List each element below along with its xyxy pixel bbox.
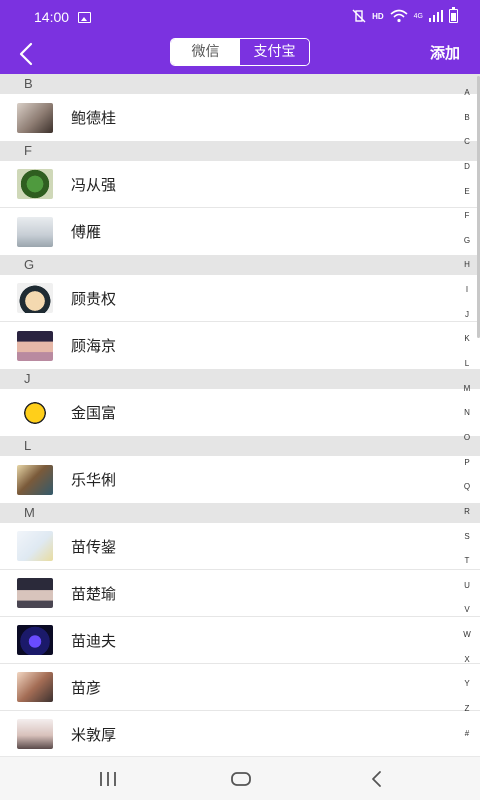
recents-icon[interactable] <box>97 769 119 789</box>
contact-row[interactable]: 顾海京 <box>0 322 480 369</box>
avatar <box>17 719 53 749</box>
signal-icon <box>429 10 443 22</box>
status-bar: 14:00 HD 4G <box>0 0 480 36</box>
avatar <box>17 531 53 561</box>
contact-row[interactable]: 傅雁 <box>0 208 480 255</box>
add-button[interactable]: 添加 <box>430 42 460 63</box>
contact-name: 苗传鋆 <box>71 537 117 556</box>
section-header-g: G <box>0 255 480 275</box>
avatar <box>17 330 53 361</box>
contact-row[interactable]: 苗彦 <box>0 664 480 711</box>
index-letter[interactable]: D <box>464 162 470 171</box>
index-letter[interactable]: T <box>465 556 470 565</box>
section-header-j: J <box>0 369 480 389</box>
index-letter[interactable]: H <box>464 260 470 269</box>
index-letter[interactable]: M <box>464 384 471 393</box>
tab-wechat[interactable]: 微信 <box>171 39 240 65</box>
contact-row[interactable]: 米敦厚 <box>0 711 480 756</box>
tab-alipay[interactable]: 支付宝 <box>240 39 309 65</box>
section-header-f: F <box>0 141 480 161</box>
app-bar: 微信 支付宝 添加 <box>0 36 480 74</box>
contact-row[interactable]: 金国富 <box>0 389 480 436</box>
contact-name: 苗彦 <box>71 678 102 697</box>
contact-row[interactable]: 苗传鋆 <box>0 523 480 570</box>
alphabet-index[interactable]: A B C D E F G H I J K L M N O P Q R S T … <box>460 88 474 738</box>
index-letter[interactable]: R <box>464 507 470 516</box>
index-letter[interactable]: W <box>463 630 471 639</box>
contact-row[interactable]: 乐华俐 <box>0 456 480 503</box>
avatar <box>17 216 53 247</box>
system-nav-bar <box>0 756 480 800</box>
wifi-icon <box>390 9 408 23</box>
index-letter[interactable]: P <box>464 458 469 467</box>
contact-name: 金国富 <box>71 404 117 422</box>
contact-name: 傅雁 <box>71 223 102 241</box>
contact-row[interactable]: 鲍德桂 <box>0 94 480 141</box>
section-header-m: M <box>0 503 480 523</box>
image-notification-icon <box>78 12 91 23</box>
contact-name: 鲍德桂 <box>71 109 117 127</box>
index-letter[interactable]: S <box>464 532 469 541</box>
index-letter[interactable]: O <box>464 433 470 442</box>
avatar <box>17 578 53 608</box>
network-type: 4G <box>413 12 423 20</box>
index-letter[interactable]: N <box>464 408 470 417</box>
contact-row[interactable]: 顾贵权 <box>0 275 480 322</box>
index-letter[interactable]: K <box>464 334 469 343</box>
avatar <box>17 464 53 495</box>
chevron-left-icon[interactable] <box>14 40 40 68</box>
index-letter[interactable]: G <box>464 236 470 245</box>
back-icon[interactable] <box>366 769 388 789</box>
index-letter[interactable]: F <box>465 211 470 220</box>
index-letter[interactable]: U <box>464 581 470 590</box>
hd-indicator: HD <box>372 11 384 21</box>
avatar <box>17 169 53 199</box>
index-letter[interactable]: # <box>465 729 469 738</box>
index-letter[interactable]: A <box>464 88 469 97</box>
contact-row[interactable]: 苗楚瑜 <box>0 570 480 617</box>
index-letter[interactable]: J <box>465 310 469 319</box>
avatar <box>17 397 53 428</box>
contact-name: 乐华俐 <box>71 471 117 489</box>
avatar <box>17 672 53 702</box>
index-letter[interactable]: Y <box>464 679 469 688</box>
status-time: 14:00 <box>34 9 70 25</box>
index-letter[interactable]: C <box>464 137 470 146</box>
contact-name: 顾贵权 <box>71 289 117 308</box>
contact-name: 苗迪夫 <box>71 631 117 650</box>
index-letter[interactable]: V <box>464 605 469 614</box>
battery-icon <box>449 7 458 23</box>
contact-row[interactable]: 苗迪夫 <box>0 617 480 664</box>
payment-source-toggle: 微信 支付宝 <box>170 38 310 66</box>
home-icon[interactable] <box>230 769 252 789</box>
section-header-b: B <box>0 74 480 94</box>
index-letter[interactable]: B <box>464 113 469 122</box>
avatar <box>17 102 53 133</box>
avatar <box>17 283 53 313</box>
index-letter[interactable]: I <box>466 285 468 294</box>
contact-name: 冯从强 <box>71 175 117 194</box>
contact-list[interactable]: B 鲍德桂 F 冯从强 傅雁 G 顾贵权 顾海京 J 金国富 L 乐华俐 M 苗… <box>0 74 480 756</box>
contact-name: 苗楚瑜 <box>71 584 117 603</box>
vibrate-mute-icon <box>352 9 366 23</box>
index-letter[interactable]: Z <box>465 704 470 713</box>
contact-name: 顾海京 <box>71 337 117 355</box>
index-letter[interactable]: L <box>465 359 469 368</box>
section-header-l: L <box>0 436 480 456</box>
index-letter[interactable]: Q <box>464 482 470 491</box>
index-letter[interactable]: X <box>464 655 469 664</box>
contact-row[interactable]: 冯从强 <box>0 161 480 208</box>
avatar <box>17 625 53 655</box>
status-indicators: HD 4G <box>352 7 458 23</box>
contact-name: 米敦厚 <box>71 725 117 744</box>
index-letter[interactable]: E <box>464 187 469 196</box>
